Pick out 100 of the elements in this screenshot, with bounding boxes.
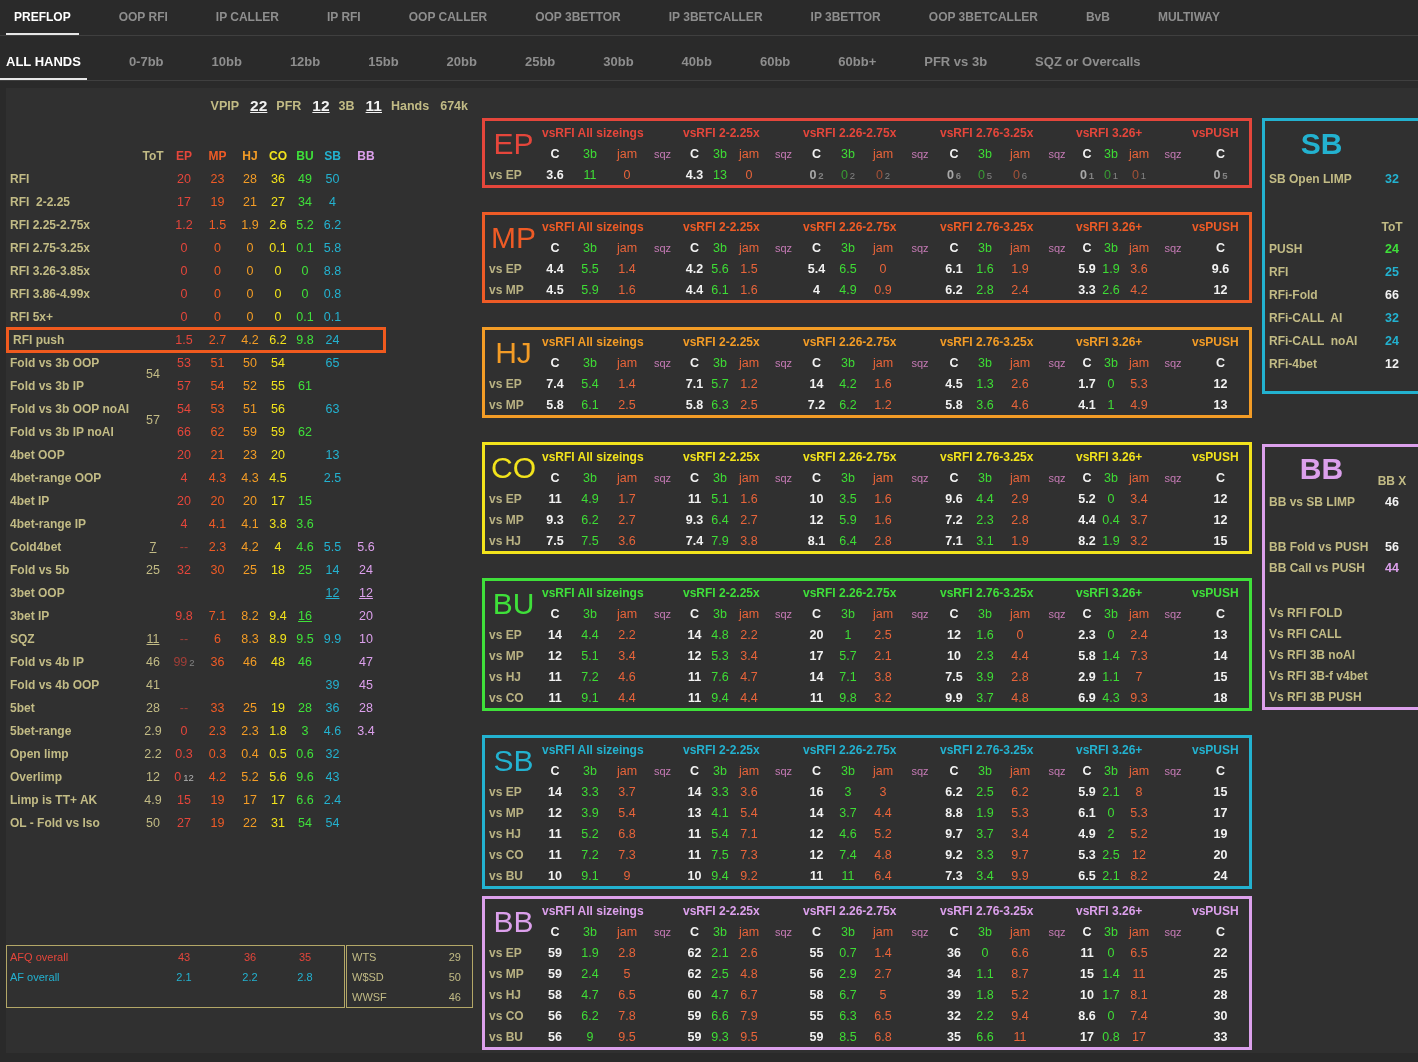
table-cell: 0 <box>274 286 282 301</box>
column-header: 3b <box>1103 470 1119 485</box>
table-cell: 1.9 <box>1011 261 1029 276</box>
table-cell: 9.6 <box>1211 261 1230 276</box>
table-cell: 57 <box>146 413 160 427</box>
tab[interactable]: MULTIWAY <box>1149 0 1228 35</box>
column-header: C <box>1081 606 1093 621</box>
table-cell: 51 <box>243 401 257 416</box>
table-cell: 6.2 <box>269 333 287 347</box>
row-label: RFI 5x+ <box>9 309 55 324</box>
table-cell: 6.2 <box>1011 784 1029 799</box>
stat-link[interactable]: 11 <box>365 97 382 115</box>
column-header: 3b <box>977 355 993 370</box>
tab[interactable]: OOP RFI <box>110 0 176 35</box>
table-cell: 6.3 <box>711 397 729 412</box>
table-cell: 46 <box>146 654 160 669</box>
table-cell: 7.9 <box>711 533 729 548</box>
table-cell: 4.6 <box>839 826 857 841</box>
tab[interactable]: OOP 3BETCALLER <box>920 0 1046 35</box>
table-cell: 4.6 <box>618 669 636 684</box>
table-cell: 4.4 <box>1011 648 1029 663</box>
tab[interactable]: PFR vs 3b <box>918 36 994 80</box>
column-group-heading: vsRFI 2.26-2.75x <box>803 904 898 918</box>
table-cell: 6 <box>214 631 221 646</box>
row-label: RFi-CALL AI <box>1269 310 1344 325</box>
table-cell: 4.4 <box>976 491 994 506</box>
tab[interactable]: PREFLOP <box>6 0 79 35</box>
table-cell: 11 <box>1013 1029 1027 1044</box>
tab[interactable]: 40bb <box>675 36 718 80</box>
column-group-heading: vsRFI 3.26+ <box>1076 335 1144 349</box>
tab[interactable]: IP 3BETTOR <box>802 0 889 35</box>
tab[interactable]: IP CALLER <box>207 0 287 35</box>
table-cell: 2.5 <box>618 397 636 412</box>
column-header: jam <box>1127 355 1151 370</box>
cell-link[interactable]: 16 <box>298 608 312 623</box>
stat-label: PFR <box>276 99 302 113</box>
stat-link[interactable]: 12 <box>312 97 330 115</box>
table-cell: 3.2 <box>1130 533 1148 548</box>
tab[interactable]: 15bb <box>362 36 405 80</box>
column-group-heading: vsRFI 2.76-3.25x <box>940 743 1035 757</box>
stat-link[interactable]: 22 <box>250 97 268 115</box>
column-group-heading: vsRFI 2.76-3.25x <box>940 220 1035 234</box>
table-cell: 8.6 <box>1078 1008 1096 1023</box>
cell-link[interactable]: 11 <box>146 631 160 646</box>
cell-link[interactable]: 12 <box>359 585 373 600</box>
tab[interactable]: 0-7bb <box>122 36 170 80</box>
table-cell: 4 <box>180 470 188 485</box>
table-cell: 2.3 <box>241 723 259 738</box>
table-cell: 5.1 <box>711 491 729 506</box>
tab[interactable]: ALL HANDS <box>0 36 87 80</box>
table-cell-text: 46 <box>1384 494 1400 509</box>
table-cell: 0 <box>274 263 282 278</box>
tab[interactable]: 60bb+ <box>832 36 883 80</box>
table-cell: 1.4 <box>618 376 636 391</box>
table-cell: 65 <box>325 355 340 370</box>
table-cell: 54 <box>325 815 340 830</box>
row-label: Limp is TT+ AK <box>9 792 99 807</box>
tab[interactable]: 20bb <box>440 36 483 80</box>
tab[interactable]: OOP 3BETTOR <box>527 0 629 35</box>
table-cell: 2.3 <box>1078 627 1096 642</box>
table-cell: 8.2 <box>1130 868 1148 883</box>
column-header: jam <box>871 924 895 939</box>
column-header: jam <box>615 606 639 621</box>
table-cell: 3.4 <box>618 648 636 663</box>
tab[interactable]: IP RFI <box>318 0 369 35</box>
tab[interactable]: 25bb <box>518 36 562 80</box>
tab[interactable]: IP 3BETCALLER <box>660 0 771 35</box>
column-header: 3b <box>582 146 598 161</box>
column-header: C <box>689 763 700 778</box>
row-label: AF overall <box>9 971 61 983</box>
tab[interactable]: 10bb <box>205 36 248 80</box>
row-label: BB Fold vs PUSH <box>1269 539 1370 554</box>
tab[interactable]: BvB <box>1077 0 1118 35</box>
cell-link[interactable]: 12 <box>325 585 340 600</box>
tab[interactable]: OOP CALLER <box>400 0 496 35</box>
table-cell: 34 <box>947 966 961 981</box>
row-label: RFI 2-2.25 <box>9 194 72 209</box>
tab[interactable]: 12bb <box>283 36 327 80</box>
table-cell: 14 <box>687 784 702 799</box>
table-cell: 20 <box>809 627 824 642</box>
table-cell: 46 <box>243 654 257 669</box>
column-header: 3b <box>1103 606 1119 621</box>
column-header: sqz <box>652 356 673 369</box>
tab[interactable]: SQZ or Overcalls <box>1029 36 1147 80</box>
table-cell: 3.4 <box>740 648 758 663</box>
table-cell-text: 2.1 <box>175 971 193 983</box>
tab[interactable]: 60bb <box>753 36 797 80</box>
table-cell: 6.7 <box>839 987 857 1002</box>
cell-link[interactable]: 7 <box>149 539 157 554</box>
table-cell: 6.3 <box>839 1008 857 1023</box>
tab[interactable]: 30bb <box>597 36 640 80</box>
table-cell: 5.7 <box>839 648 857 663</box>
column-header: jam <box>1127 763 1151 778</box>
table-cell: 23 <box>243 447 257 462</box>
row-label: vs BU <box>488 1029 524 1044</box>
table-cell: 13 <box>687 805 702 820</box>
column-group-heading: vsRFI 2.26-2.75x <box>803 335 898 349</box>
table-cell: 11 <box>548 669 562 684</box>
row-label: vs MP <box>488 966 525 981</box>
table-cell: 4.9 <box>1130 397 1148 412</box>
